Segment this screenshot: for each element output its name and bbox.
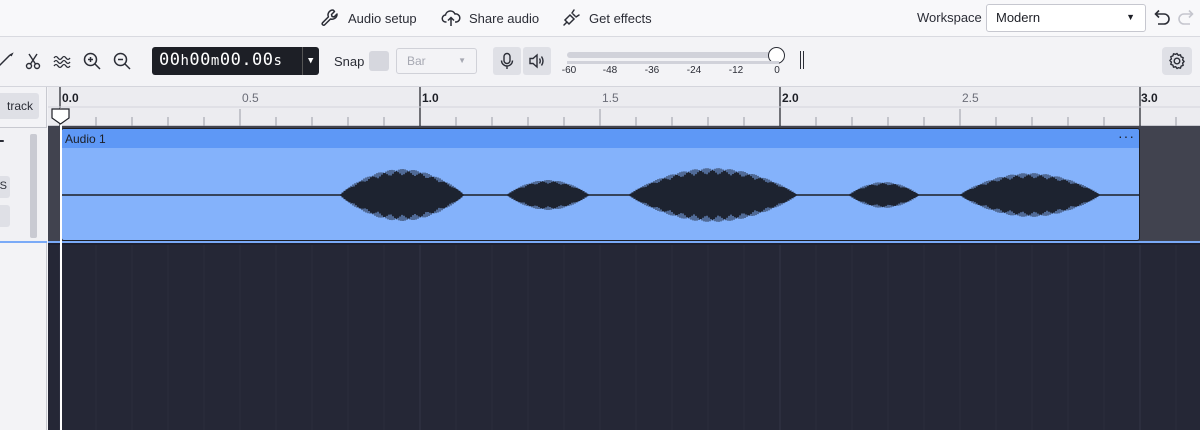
get-effects-label: Get effects bbox=[589, 10, 652, 26]
ruler-label: 2.5 bbox=[962, 91, 979, 105]
cloud-upload-icon bbox=[441, 10, 461, 26]
timecode-display[interactable]: 00h00m00.00s ▼ bbox=[152, 47, 319, 75]
wrench-icon bbox=[321, 9, 338, 26]
tools-toolbar: 00h00m00.00s ▼ Snap Bar ▼ -60 -48 -36 -2… bbox=[0, 37, 1200, 87]
meter-grip-handle[interactable] bbox=[800, 51, 804, 69]
meter-tick-label: 0 bbox=[774, 65, 780, 76]
playhead-line[interactable] bbox=[60, 108, 62, 430]
add-track-button[interactable]: track bbox=[0, 93, 39, 119]
mute-button[interactable] bbox=[0, 205, 10, 227]
track-control-panel: track S bbox=[0, 87, 47, 430]
ruler-label: 1.5 bbox=[602, 91, 619, 105]
zoom-in-icon[interactable] bbox=[80, 49, 104, 73]
undo-icon[interactable] bbox=[1150, 7, 1172, 29]
workspace-select[interactable]: Modern ▼ bbox=[986, 4, 1146, 32]
share-audio-label: Share audio bbox=[469, 10, 540, 26]
snap-checkbox[interactable] bbox=[369, 51, 389, 71]
speaker-icon bbox=[529, 53, 544, 69]
solo-button[interactable]: S bbox=[0, 176, 10, 198]
track-header[interactable]: S bbox=[0, 127, 47, 243]
timeline-ruler[interactable]: 0.0 0.5 1.0 1.5 2.0 2.5 3.0 bbox=[48, 87, 1200, 126]
meter-tick-label: -60 bbox=[561, 65, 577, 76]
workspace-value: Modern bbox=[996, 10, 1041, 25]
timecode-minutes: 00 bbox=[189, 50, 211, 70]
snap-select[interactable]: Bar ▼ bbox=[396, 48, 477, 74]
audio-clip[interactable]: Audio 1 ··· bbox=[61, 128, 1140, 241]
meter-tick-label: -12 bbox=[728, 65, 744, 76]
plugin-icon bbox=[563, 9, 580, 26]
audio-setup-label: Audio setup bbox=[348, 10, 417, 26]
snap-label: Snap bbox=[334, 54, 365, 69]
chevron-down-icon: ▼ bbox=[1126, 12, 1135, 22]
level-meter-bar bbox=[567, 61, 779, 64]
gear-icon bbox=[1169, 52, 1185, 70]
envelope-tool-icon[interactable] bbox=[0, 49, 18, 73]
chevron-down-icon: ▼ bbox=[458, 56, 466, 65]
playback-volume-slider[interactable] bbox=[567, 52, 779, 58]
timecode-seconds: 00.00 bbox=[219, 50, 274, 70]
playhead-handle[interactable] bbox=[51, 108, 70, 125]
zoom-out-icon[interactable] bbox=[110, 49, 134, 73]
top-menu-bar: Audio setup Share audio Get effects Work… bbox=[0, 0, 1200, 37]
scissors-icon[interactable] bbox=[21, 49, 45, 73]
track-volume-slider[interactable] bbox=[30, 134, 37, 238]
track-menu-icon[interactable] bbox=[0, 140, 4, 142]
redo-icon[interactable] bbox=[1176, 7, 1198, 29]
grid-lines bbox=[59, 245, 1177, 430]
solo-label: S bbox=[0, 180, 7, 192]
clip-name: Audio 1 bbox=[65, 132, 106, 146]
workspace-label: Workspace bbox=[917, 10, 982, 25]
audio-track-row[interactable]: Audio 1 ··· bbox=[48, 126, 1200, 243]
meter-tick-label: -48 bbox=[602, 65, 618, 76]
track-area[interactable]: Audio 1 ··· bbox=[48, 126, 1200, 430]
ruler-ticks bbox=[48, 87, 1200, 126]
multi-tool-icon[interactable] bbox=[50, 49, 74, 73]
ruler-label: 0.5 bbox=[242, 91, 259, 105]
audio-setup-button[interactable]: Audio setup bbox=[320, 6, 417, 30]
clip-header[interactable]: Audio 1 ··· bbox=[62, 129, 1139, 148]
add-track-label: track bbox=[6, 99, 33, 113]
record-meter-button[interactable] bbox=[493, 47, 521, 75]
meter-tick-label: -36 bbox=[644, 65, 660, 76]
get-effects-button[interactable]: Get effects bbox=[561, 6, 652, 30]
timecode-format-dropdown[interactable]: ▼ bbox=[302, 47, 319, 75]
waveform bbox=[62, 168, 1139, 222]
settings-button[interactable] bbox=[1162, 47, 1192, 75]
ruler-label: 0.0 bbox=[62, 91, 79, 105]
meter-tick-label: -24 bbox=[686, 65, 702, 76]
share-audio-button[interactable]: Share audio bbox=[441, 6, 539, 30]
ruler-label: 2.0 bbox=[782, 91, 799, 105]
timecode-hours: 00 bbox=[159, 50, 181, 70]
microphone-icon bbox=[500, 52, 514, 69]
snap-value: Bar bbox=[407, 54, 426, 68]
ruler-label: 1.0 bbox=[422, 91, 439, 105]
empty-timeline-area[interactable] bbox=[48, 245, 1200, 430]
playback-meter-button[interactable] bbox=[523, 47, 551, 75]
clip-menu-icon[interactable]: ··· bbox=[1118, 129, 1135, 144]
ruler-label: 3.0 bbox=[1141, 91, 1158, 105]
